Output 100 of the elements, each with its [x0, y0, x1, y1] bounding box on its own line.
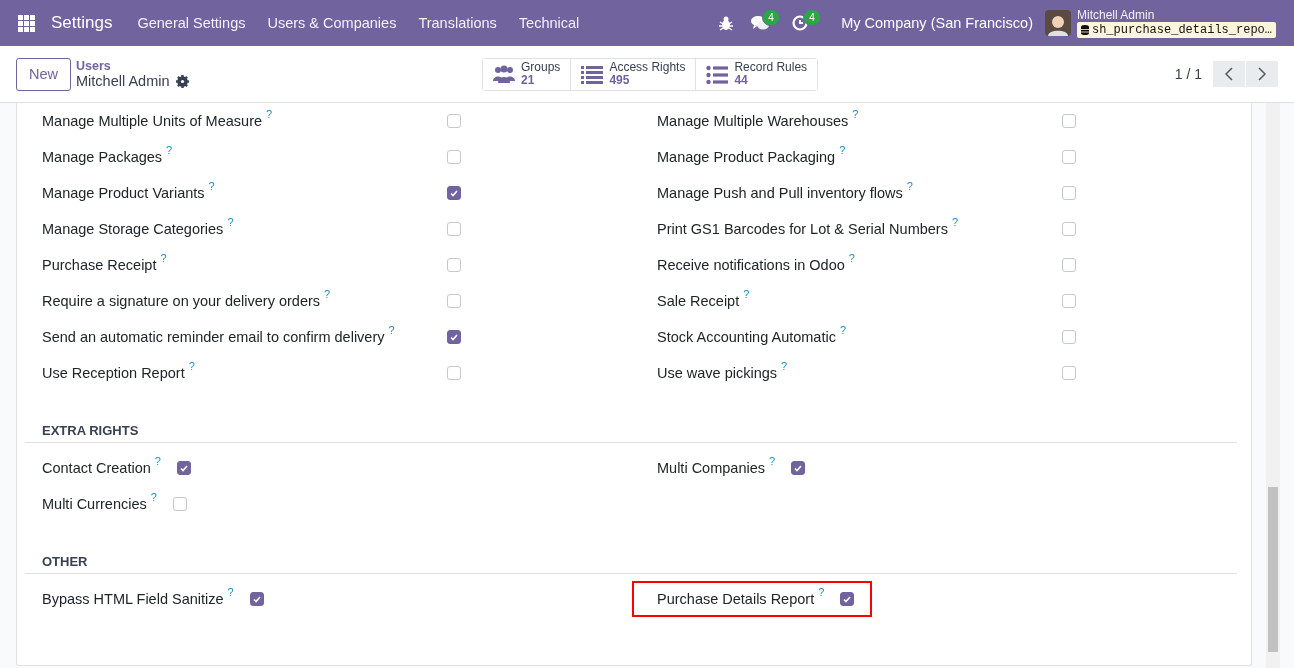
field-label: Bypass HTML Field Sanitize [42, 591, 224, 607]
help-tooltip-link[interactable]: ? [743, 288, 750, 300]
checkbox[interactable] [1062, 186, 1076, 200]
checkbox[interactable] [447, 186, 461, 200]
field-label: Use wave pickings [657, 365, 778, 381]
menu-item[interactable]: General Settings [126, 0, 257, 46]
help-tooltip-link[interactable]: ? [154, 455, 161, 467]
field-label: Manage Storage Categories [42, 221, 224, 237]
checkbox[interactable] [1062, 258, 1076, 272]
field-label: Print GS1 Barcodes for Lot & Serial Numbers [657, 221, 948, 237]
menu-item[interactable]: Technical [507, 0, 591, 46]
checkbox[interactable] [176, 461, 191, 475]
field-label: Multi Companies [657, 460, 765, 476]
help-tooltip-link[interactable]: ? [818, 586, 825, 598]
field-label: Receive notifications in Odoo [657, 257, 845, 273]
help-tooltip-link[interactable]: ? [781, 360, 788, 372]
bullet-list-icon [706, 64, 729, 84]
checkbox[interactable] [1062, 150, 1076, 164]
checkbox[interactable] [1062, 114, 1076, 128]
field-label: Use Reception Report [42, 365, 185, 381]
pager-value: 1 / 1 [1174, 66, 1202, 82]
database-tag: sh_purchase_details_repo… [1076, 21, 1276, 38]
help-tooltip-link[interactable]: ? [324, 288, 331, 300]
help-tooltip-link[interactable]: ? [769, 455, 776, 467]
help-tooltip-link[interactable]: ? [208, 180, 215, 192]
breadcrumb-link[interactable]: Users [76, 59, 476, 73]
checkbox[interactable] [447, 114, 461, 128]
bug-icon[interactable] [719, 15, 734, 31]
field-label: Purchase Details Report [657, 591, 815, 607]
activity-count-badge: 4 [803, 9, 821, 26]
apps-menu-icon[interactable] [18, 14, 35, 32]
help-tooltip-link[interactable]: ? [839, 324, 847, 336]
field-label: Manage Push and Pull inventory flows [657, 185, 903, 201]
help-tooltip-link[interactable]: ? [848, 252, 855, 264]
database-icon [1080, 24, 1089, 35]
help-tooltip-link[interactable]: ? [227, 586, 234, 598]
menu-item[interactable]: Users & Companies [256, 0, 408, 46]
help-tooltip-link[interactable]: ? [188, 360, 195, 372]
field-label: Purchase Receipt [42, 257, 157, 273]
checkmark-icon [179, 464, 188, 472]
chevron-left-icon [1225, 67, 1233, 81]
field-label: Manage Product Packaging [657, 149, 836, 165]
scrollbar[interactable] [1266, 103, 1280, 668]
checkbox[interactable] [447, 366, 461, 380]
company-switcher[interactable]: My Company (San Francisco) [841, 15, 1033, 31]
checkbox[interactable] [840, 592, 855, 606]
checkbox[interactable] [1062, 222, 1076, 236]
checkbox[interactable] [1062, 330, 1076, 344]
field-label: Manage Multiple Units of Measure [42, 113, 263, 129]
section-heading: OTHER [25, 522, 1237, 574]
checkmark-icon [252, 595, 261, 603]
new-button[interactable]: New [16, 57, 71, 91]
checkmark-icon [450, 333, 458, 341]
help-tooltip-link[interactable]: ? [839, 144, 846, 156]
field-label: Multi Currencies [42, 496, 147, 512]
help-tooltip-link[interactable]: ? [160, 252, 167, 264]
field-label: Stock Accounting Automatic [657, 329, 836, 345]
checkbox[interactable] [447, 222, 461, 236]
user-name[interactable]: Mitchell Admin [1076, 8, 1276, 22]
checkmark-icon [450, 189, 458, 197]
list-icon [581, 64, 604, 84]
record-title: Mitchell Admin [76, 73, 170, 89]
checkbox[interactable] [1062, 366, 1076, 380]
help-tooltip-link[interactable]: ? [906, 180, 913, 192]
next-button[interactable] [1246, 61, 1278, 87]
field-label: Manage Packages [42, 149, 163, 165]
checkbox[interactable] [249, 592, 264, 606]
person-silhouette-icon [1047, 14, 1068, 36]
field-label: Require a signature on your delivery orders [42, 293, 321, 309]
checkbox[interactable] [447, 294, 461, 308]
chevron-right-icon [1258, 67, 1266, 81]
field-label: Send an automatic reminder email to confirm delivery [42, 329, 385, 345]
menu-item[interactable]: Translations [407, 0, 508, 46]
checkbox[interactable] [447, 330, 461, 344]
help-tooltip-link[interactable]: ? [227, 216, 234, 228]
help-tooltip-link[interactable]: ? [951, 216, 959, 228]
user-avatar[interactable] [1044, 10, 1071, 36]
checkbox[interactable] [447, 150, 461, 164]
message-count-badge: 4 [762, 9, 780, 26]
settings-icon[interactable] [175, 74, 189, 88]
checkbox[interactable] [172, 497, 187, 511]
users-icon [493, 64, 515, 84]
checkmark-icon [794, 464, 803, 472]
help-tooltip-link[interactable]: ? [852, 108, 859, 120]
app-name[interactable]: Settings [47, 13, 117, 33]
smart-button[interactable]: Record Rules 44 [695, 58, 818, 90]
previous-button[interactable] [1213, 61, 1245, 87]
checkbox[interactable] [791, 461, 806, 475]
help-tooltip-link[interactable]: ? [266, 108, 273, 120]
help-tooltip-link[interactable]: ? [150, 491, 157, 503]
help-tooltip-link[interactable]: ? [166, 144, 173, 156]
help-tooltip-link[interactable]: ? [388, 324, 395, 336]
clock-icon[interactable] [792, 15, 809, 31]
field-label: Manage Product Variants [42, 185, 205, 201]
checkbox[interactable] [1062, 294, 1076, 308]
checkmark-icon [843, 595, 852, 603]
checkbox[interactable] [447, 258, 461, 272]
field-label: Contact Creation [42, 460, 151, 476]
section-heading: EXTRA RIGHTS [25, 391, 1237, 443]
field-label: Manage Multiple Warehouses [657, 113, 849, 129]
